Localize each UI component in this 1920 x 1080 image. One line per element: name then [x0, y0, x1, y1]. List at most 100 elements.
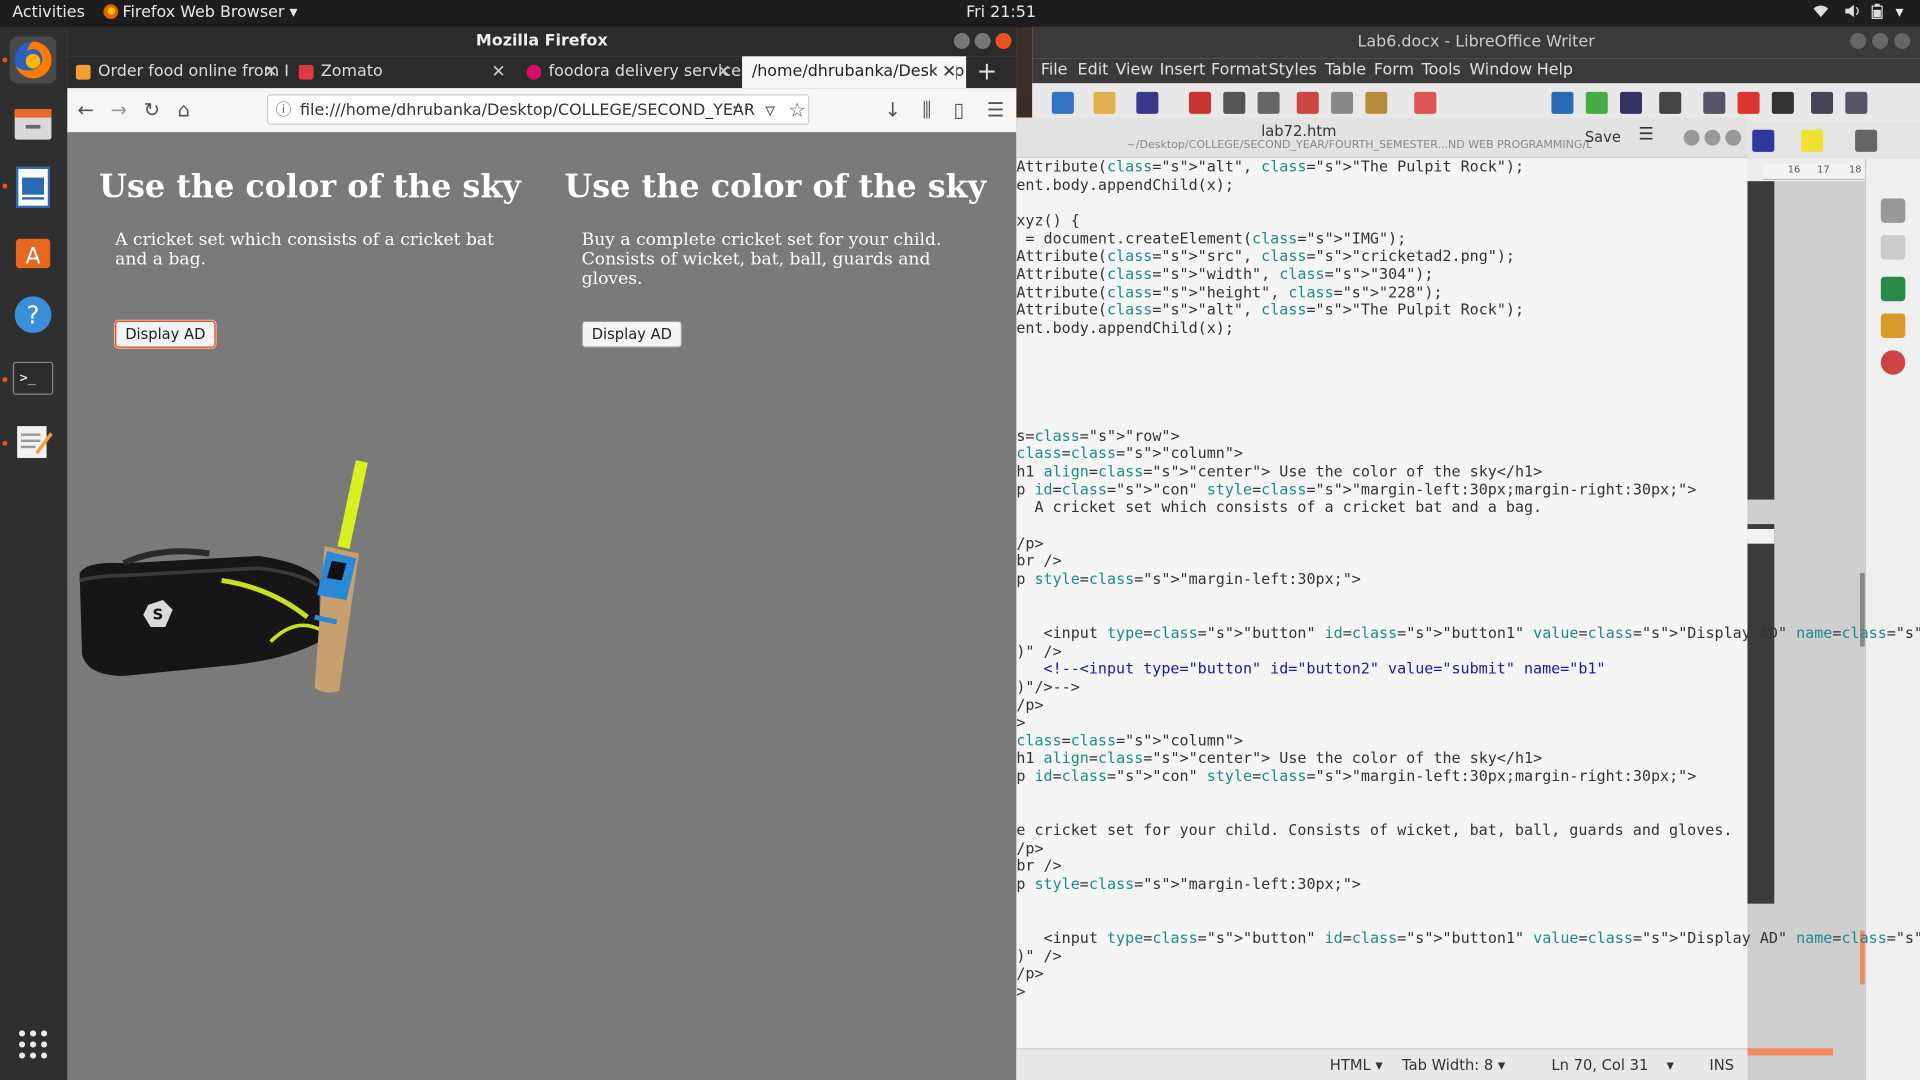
- page-icon[interactable]: [1880, 235, 1906, 260]
- downloads-icon[interactable]: ↓: [880, 98, 904, 121]
- code-line[interactable]: )" />: [1016, 642, 1061, 660]
- page-actions-icon[interactable]: ···: [729, 96, 753, 119]
- writer-icon[interactable]: [10, 164, 57, 211]
- spelling-icon[interactable]: [1585, 91, 1608, 114]
- menu-styles[interactable]: Styles: [1269, 61, 1317, 79]
- code-line[interactable]: Attribute(class="s">"height", class="s">…: [1016, 284, 1442, 302]
- insert-field-icon[interactable]: [1845, 91, 1868, 114]
- minimize-icon[interactable]: [1683, 129, 1700, 146]
- export-pdf-icon[interactable]: [1188, 91, 1212, 114]
- tab-close-icon[interactable]: ✕: [717, 56, 731, 88]
- code-line[interactable]: br />: [1016, 858, 1061, 876]
- menu-file[interactable]: File: [1041, 61, 1068, 79]
- code-line[interactable]: p style=class="s">"margin-left:30px;">: [1016, 571, 1361, 589]
- navigator-icon[interactable]: [1880, 350, 1906, 375]
- reload-icon[interactable]: ↻: [140, 98, 164, 121]
- tab-width-selector[interactable]: Tab Width: 8 ▾: [1402, 1057, 1505, 1074]
- clone-formatting-icon[interactable]: [1414, 91, 1437, 114]
- maximize-icon[interactable]: [1704, 129, 1721, 146]
- help-icon[interactable]: ?: [10, 291, 57, 338]
- code-line[interactable]: /p>: [1016, 965, 1043, 983]
- code-line[interactable]: <input type=class="s">"button" id=class=…: [1016, 929, 1920, 947]
- code-line[interactable]: >: [1016, 983, 1025, 1001]
- styles-icon[interactable]: [1880, 276, 1906, 302]
- menu-format[interactable]: Format: [1211, 61, 1267, 79]
- pocket-icon[interactable]: ▿: [758, 98, 782, 121]
- code-line[interactable]: /p>: [1016, 535, 1043, 553]
- insert-chart-icon[interactable]: [1737, 91, 1760, 114]
- insert-textbox-icon[interactable]: [1771, 91, 1794, 114]
- display-ad-button-2[interactable]: Display AD: [581, 320, 683, 348]
- files-icon[interactable]: [10, 100, 57, 147]
- insert-table-icon[interactable]: [1659, 91, 1682, 114]
- formatting-marks-icon[interactable]: [1620, 91, 1643, 114]
- gedit-headerbar[interactable]: lab72.htm ~/Desktop/COLLEGE/SECOND_YEAR/…: [1016, 117, 1748, 158]
- code-line[interactable]: h1 align=class="s">"center"> Use the col…: [1016, 463, 1542, 481]
- code-line[interactable]: p id=class="s">"con" style=class="s">"ma…: [1016, 481, 1696, 499]
- forward-icon[interactable]: →: [107, 98, 131, 121]
- clock[interactable]: Fri 21:51: [966, 4, 1036, 22]
- tab-close-icon[interactable]: ✕: [264, 56, 278, 88]
- battery-icon[interactable]: [1871, 3, 1883, 25]
- insert-image-icon[interactable]: [1703, 91, 1726, 114]
- tab-zomato[interactable]: Zomato ✕: [290, 56, 515, 88]
- code-line[interactable]: A cricket set which consists of a cricke…: [1016, 499, 1542, 517]
- open-icon[interactable]: [1093, 91, 1116, 114]
- page-break-icon[interactable]: [1811, 91, 1834, 114]
- maximize-icon[interactable]: [974, 33, 991, 49]
- library-icon[interactable]: ⫼: [915, 98, 939, 122]
- gallery-icon[interactable]: [1880, 313, 1906, 338]
- code-line[interactable]: >: [1016, 714, 1025, 732]
- libreoffice-titlebar[interactable]: Lab6.docx - LibreOffice Writer: [1032, 26, 1920, 59]
- highlight-icon[interactable]: [1801, 129, 1824, 152]
- tab-close-icon[interactable]: ✕: [491, 56, 505, 88]
- menu-table[interactable]: Table: [1325, 61, 1366, 79]
- code-line[interactable]: )"/>-->: [1016, 678, 1079, 696]
- hamburger-menu-icon[interactable]: ☰: [1638, 125, 1653, 145]
- properties-icon[interactable]: [1880, 198, 1906, 223]
- menu-icon[interactable]: ☰: [983, 98, 1007, 121]
- save-button[interactable]: Save: [1575, 125, 1631, 149]
- minimize-icon[interactable]: [953, 33, 970, 49]
- new-tab-icon[interactable]: +: [971, 56, 1003, 88]
- close-icon[interactable]: [995, 33, 1012, 49]
- save-icon[interactable]: [1136, 91, 1159, 114]
- code-editor[interactable]: Attribute(class="s">"alt", class="s">"Th…: [1016, 158, 1920, 1042]
- volume-icon[interactable]: [1844, 4, 1861, 24]
- tab-order-food[interactable]: Order food online from I ✕: [67, 56, 288, 88]
- menu-view[interactable]: View: [1116, 61, 1154, 79]
- code-line[interactable]: = document.createElement(class="s">"IMG"…: [1016, 230, 1406, 248]
- home-icon[interactable]: ⌂: [171, 98, 195, 121]
- code-line[interactable]: <!--<input type="button" id="button2" va…: [1016, 660, 1606, 678]
- display-ad-button-1[interactable]: Display AD: [115, 320, 216, 348]
- maximize-icon[interactable]: [1872, 33, 1889, 49]
- code-line[interactable]: ent.body.appendChild(x);: [1016, 176, 1234, 194]
- close-icon[interactable]: [1894, 33, 1911, 49]
- code-line[interactable]: ent.body.appendChild(x);: [1016, 319, 1234, 337]
- firefox-titlebar[interactable]: Mozilla Firefox: [67, 26, 1017, 57]
- cut-icon[interactable]: [1296, 91, 1319, 114]
- info-icon[interactable]: ⓘ: [276, 96, 292, 124]
- code-line[interactable]: s=class="s">"row">: [1016, 427, 1179, 445]
- tab-foodora[interactable]: foodora delivery service ✕: [518, 56, 741, 88]
- menu-help[interactable]: Help: [1537, 61, 1573, 79]
- copy-icon[interactable]: [1331, 91, 1354, 114]
- close-icon[interactable]: [1725, 129, 1742, 146]
- dropdown-arrow-icon[interactable]: ▾: [1667, 1057, 1674, 1074]
- font-color-icon[interactable]: [1752, 129, 1775, 152]
- language-selector[interactable]: HTML ▾: [1330, 1057, 1383, 1074]
- code-line[interactable]: br />: [1016, 553, 1061, 571]
- print-icon[interactable]: [1223, 91, 1246, 114]
- code-line[interactable]: Attribute(class="s">"src", class="s">"cr…: [1016, 248, 1515, 266]
- code-line[interactable]: )" />: [1016, 947, 1061, 965]
- menu-edit[interactable]: Edit: [1078, 61, 1109, 79]
- system-menu-icon[interactable]: ▾: [1896, 4, 1904, 22]
- code-line[interactable]: /p>: [1016, 696, 1043, 714]
- app-menu[interactable]: Firefox Web Browser ▾: [122, 4, 297, 22]
- code-line[interactable]: e cricket set for your child. Consists o…: [1016, 822, 1732, 840]
- menu-tools[interactable]: Tools: [1422, 61, 1461, 79]
- code-line[interactable]: /p>: [1016, 840, 1043, 858]
- print-preview-icon[interactable]: [1257, 91, 1280, 114]
- app-grid-icon[interactable]: [10, 1021, 57, 1068]
- code-line[interactable]: class=class="s">"column">: [1016, 732, 1243, 750]
